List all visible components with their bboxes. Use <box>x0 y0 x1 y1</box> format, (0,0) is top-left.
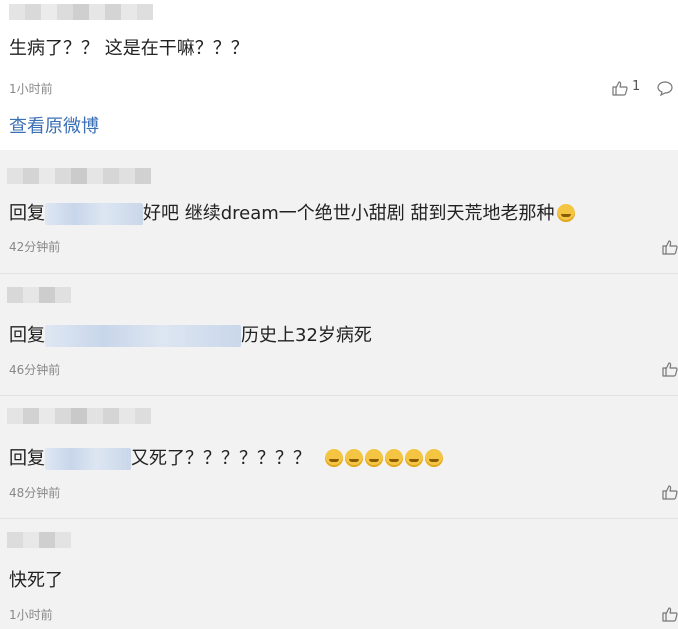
emoji-row <box>323 448 443 469</box>
reply-time: 42分钟前 <box>9 240 61 254</box>
mention-blurred[interactable] <box>45 448 131 470</box>
main-comment: 生病了？？ 这是在干嘛？？？ 1小时前 1 查看原微博 <box>0 0 678 150</box>
reply-text: 快死了 <box>9 570 63 591</box>
sweat-smile-emoji-icon <box>364 449 383 467</box>
thumbs-up-icon[interactable] <box>662 606 678 622</box>
reply-prefix: 回复 <box>9 203 45 224</box>
view-original-link[interactable]: 查看原微博 <box>9 112 99 138</box>
reply-text: 回复 历史上32岁病死 <box>9 324 372 348</box>
sweat-smile-emoji-icon <box>324 449 343 467</box>
username-blurred[interactable] <box>9 4 153 20</box>
thumbs-up-icon[interactable] <box>662 239 678 255</box>
reply-list: 回复 好吧 继续dream一个绝世小甜剧 甜到天荒地老那种 42分钟前 回复 历史上… <box>0 150 678 629</box>
reply-prefix: 回复 <box>9 448 45 469</box>
sweat-smile-emoji-icon <box>404 449 423 467</box>
divider <box>0 273 678 274</box>
mention-blurred[interactable] <box>45 325 241 347</box>
mention-blurred[interactable] <box>45 203 143 225</box>
sweat-smile-emoji-icon <box>424 449 443 467</box>
thumbs-up-icon[interactable] <box>662 484 678 500</box>
reply-time: 48分钟前 <box>9 486 61 500</box>
divider <box>0 395 678 396</box>
comment-bubble-icon[interactable] <box>657 80 673 96</box>
sweat-smile-emoji-icon <box>344 449 363 467</box>
username-blurred[interactable] <box>7 532 71 548</box>
username-blurred[interactable] <box>7 168 151 184</box>
username-blurred[interactable] <box>7 408 151 424</box>
reply-text: 回复 又死了？？？？？？？ <box>9 447 443 471</box>
like-count: 1 <box>632 79 641 94</box>
divider <box>0 518 678 519</box>
reply-body: 历史上32岁病死 <box>241 325 372 346</box>
username-blurred[interactable] <box>7 287 71 303</box>
reply-prefix: 回复 <box>9 325 45 346</box>
thumbs-up-icon[interactable] <box>662 361 678 377</box>
grin-emoji-icon <box>556 204 575 222</box>
thumbs-up-icon[interactable] <box>612 80 628 96</box>
reply-body: 又死了？？？？？？？ <box>131 448 311 469</box>
comment-time: 1小时前 <box>9 82 53 96</box>
reply-body: 好吧 继续dream一个绝世小甜剧 甜到天荒地老那种 <box>143 203 555 224</box>
comment-text: 生病了？？ 这是在干嘛？？？ <box>9 38 249 59</box>
reply-time: 1小时前 <box>9 608 53 622</box>
reply-time: 46分钟前 <box>9 363 61 377</box>
reply-text: 回复 好吧 继续dream一个绝世小甜剧 甜到天荒地老那种 <box>9 202 575 226</box>
sweat-smile-emoji-icon <box>384 449 403 467</box>
